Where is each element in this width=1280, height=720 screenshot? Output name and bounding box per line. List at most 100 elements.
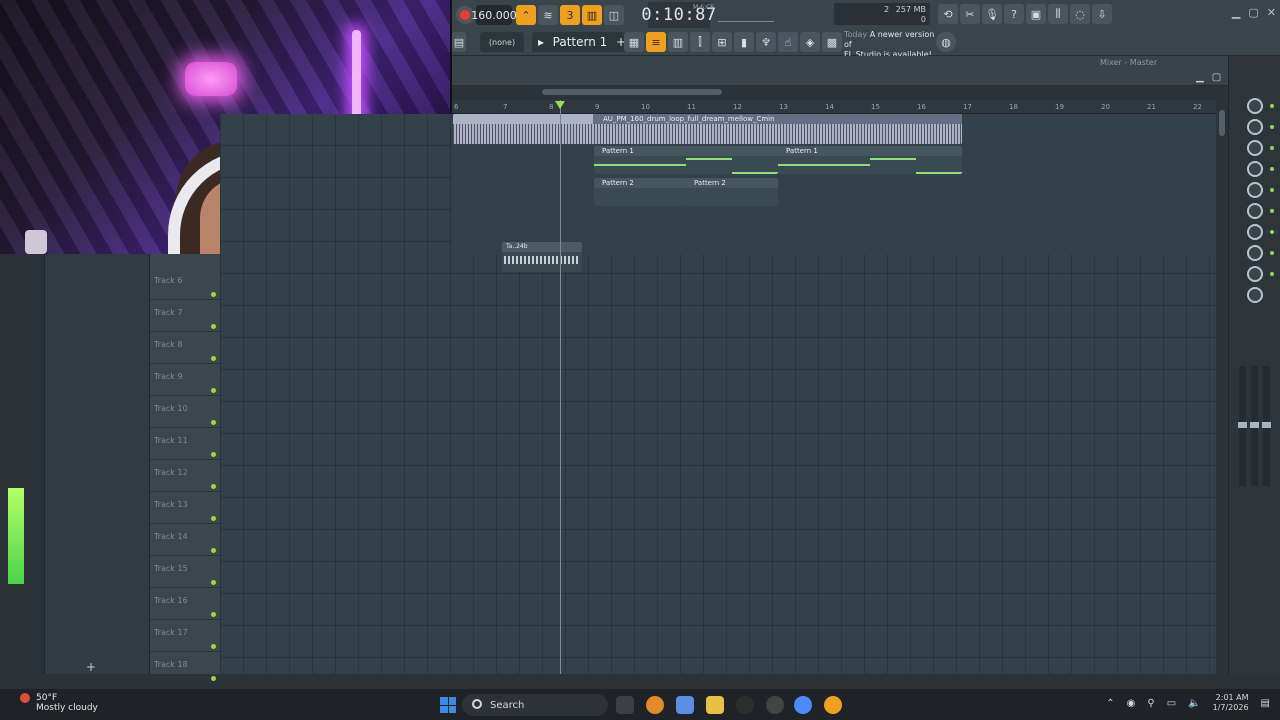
insert-led[interactable] <box>1270 188 1274 192</box>
microphone-icon[interactable]: 🎙 <box>982 4 1002 24</box>
file-explorer-icon[interactable] <box>706 696 724 714</box>
track-mute-led[interactable] <box>211 644 216 649</box>
chevron-up-icon[interactable]: ⌃ <box>1106 698 1114 709</box>
track-mute-led[interactable] <box>211 292 216 297</box>
horizontal-scrollbar[interactable] <box>452 86 1216 98</box>
insert-led[interactable] <box>1270 251 1274 255</box>
fl-studio-icon[interactable] <box>824 696 842 714</box>
pattern-clip[interactable]: Pattern 1 <box>778 146 962 174</box>
plugin-icon[interactable]: ♆ <box>756 32 776 52</box>
mixer-icon[interactable]: ⫼ <box>1048 4 1068 24</box>
insert-knob[interactable] <box>1247 245 1263 261</box>
insert-knob[interactable] <box>1247 161 1263 177</box>
maximize-icon[interactable]: ▢ <box>1212 72 1221 83</box>
track-header[interactable]: Track 7 <box>150 300 220 332</box>
track-mute-led[interactable] <box>211 548 216 553</box>
track-header[interactable]: Track 10 <box>150 396 220 428</box>
notification-icon[interactable]: ▤ <box>1261 698 1270 709</box>
mixer-fader[interactable] <box>1250 366 1259 486</box>
start-button[interactable] <box>440 697 456 713</box>
minimize-icon[interactable]: ▁ <box>1196 72 1204 83</box>
track-mute-led[interactable] <box>211 388 216 393</box>
insert-knob[interactable] <box>1247 119 1263 135</box>
track-header[interactable]: Track 13 <box>150 492 220 524</box>
vertical-scrollbar[interactable] <box>1216 100 1228 674</box>
loop-record-icon[interactable]: ◫ <box>604 5 624 25</box>
pattern-selector[interactable]: ▸ Pattern 1 + <box>532 32 632 52</box>
menu-icon[interactable]: ▤ <box>452 32 466 52</box>
track-header[interactable]: Track 18 <box>150 652 220 684</box>
playlist-icon[interactable]: ▦ <box>624 32 644 52</box>
track-header[interactable]: Track 6 <box>150 268 220 300</box>
weather-widget[interactable]: 50°F Mostly cloudy <box>20 693 98 713</box>
step-edit-icon[interactable]: ▥ <box>582 5 602 25</box>
tray-app-icon[interactable]: ◉ <box>1127 698 1136 709</box>
track-header[interactable]: Track 14 <box>150 524 220 556</box>
insert-knob[interactable] <box>1247 140 1263 156</box>
undo-icon[interactable]: ⟲ <box>938 4 958 24</box>
snap-selector[interactable]: (none) <box>480 32 524 52</box>
track-header[interactable]: Track 16 <box>150 588 220 620</box>
audio-clip-small[interactable]: Ta..24b <box>502 242 582 272</box>
countdown-icon[interactable]: 3 <box>560 5 580 25</box>
app-icon[interactable] <box>646 696 664 714</box>
mic-icon[interactable]: ⚲ <box>1147 698 1154 709</box>
insert-led[interactable] <box>1270 146 1274 150</box>
pattern-clip[interactable]: Pattern 1 <box>594 146 778 174</box>
track-header[interactable]: Track 8 <box>150 332 220 364</box>
insert-led[interactable] <box>1270 125 1274 129</box>
minimize-icon[interactable]: ▁ <box>1232 6 1240 19</box>
network-icon[interactable]: ▭ <box>1167 698 1176 709</box>
track-header[interactable]: Track 11 <box>150 428 220 460</box>
tempo-display[interactable]: 160.000 <box>471 5 517 25</box>
insert-led[interactable] <box>1270 209 1274 213</box>
touch-controller-icon[interactable]: ☝ <box>778 32 798 52</box>
track-mute-led[interactable] <box>211 420 216 425</box>
track-header[interactable]: Track 17 <box>150 620 220 652</box>
chat-icon[interactable]: ◌ <box>1070 4 1090 24</box>
media-player-icon[interactable] <box>766 696 784 714</box>
mixer-view-icon[interactable]: ⫿ <box>690 32 710 52</box>
close-icon[interactable]: ✕ <box>1267 6 1276 19</box>
cut-icon[interactable]: ✂ <box>960 4 980 24</box>
insert-knob[interactable] <box>1247 266 1263 282</box>
track-mute-led[interactable] <box>211 484 216 489</box>
track-mute-led[interactable] <box>211 516 216 521</box>
track-mute-led[interactable] <box>211 580 216 585</box>
save-icon[interactable]: ▣ <box>1026 4 1046 24</box>
davinci-icon[interactable] <box>736 696 754 714</box>
track-mute-led[interactable] <box>211 324 216 329</box>
insert-led[interactable] <box>1270 230 1274 234</box>
track-mute-led[interactable] <box>211 676 216 681</box>
news-panel[interactable]: Today A newer version of FL Studio is av… <box>844 30 944 59</box>
help-icon[interactable]: ? <box>1004 4 1024 24</box>
track-mute-led[interactable] <box>211 452 216 457</box>
track-header[interactable]: Track 15 <box>150 556 220 588</box>
chrome-icon[interactable] <box>794 696 812 714</box>
playhead-marker[interactable] <box>555 101 565 109</box>
insert-led[interactable] <box>1270 104 1274 108</box>
audio-clip[interactable]: AU_PM_160_drum_loop_full_dream_mellow_Cm… <box>453 114 962 144</box>
track-mute-led[interactable] <box>211 612 216 617</box>
task-view-icon[interactable] <box>616 696 634 714</box>
insert-knob[interactable] <box>1247 98 1263 114</box>
audio-settings-icon[interactable]: ◈ <box>800 32 820 52</box>
track-header[interactable]: Track 12 <box>150 460 220 492</box>
timeline-ruler[interactable]: 6 7 8 9 10 11 12 13 14 15 16 17 18 19 20… <box>452 100 1216 114</box>
metronome-icon[interactable]: ⌃ <box>516 5 536 25</box>
taskbar-search[interactable]: Search <box>462 694 608 716</box>
wait-icon[interactable]: ≋ <box>538 5 558 25</box>
piano-roll-icon[interactable]: ▥ <box>668 32 688 52</box>
hscroll-thumb[interactable] <box>542 89 722 95</box>
insert-led[interactable] <box>1270 272 1274 276</box>
plugin-picker-icon[interactable]: ▮ <box>734 32 754 52</box>
vscroll-thumb[interactable] <box>1219 110 1225 136</box>
mixer-fader[interactable] <box>1262 366 1271 486</box>
mixer-fader[interactable] <box>1238 366 1247 486</box>
copilot-icon[interactable] <box>676 696 694 714</box>
insert-knob[interactable] <box>1247 224 1263 240</box>
insert-knob[interactable] <box>1247 287 1263 303</box>
pattern-clip[interactable]: Pattern 2 <box>594 178 686 206</box>
browser-panel[interactable] <box>44 254 150 674</box>
track-header[interactable]: Track 9 <box>150 364 220 396</box>
